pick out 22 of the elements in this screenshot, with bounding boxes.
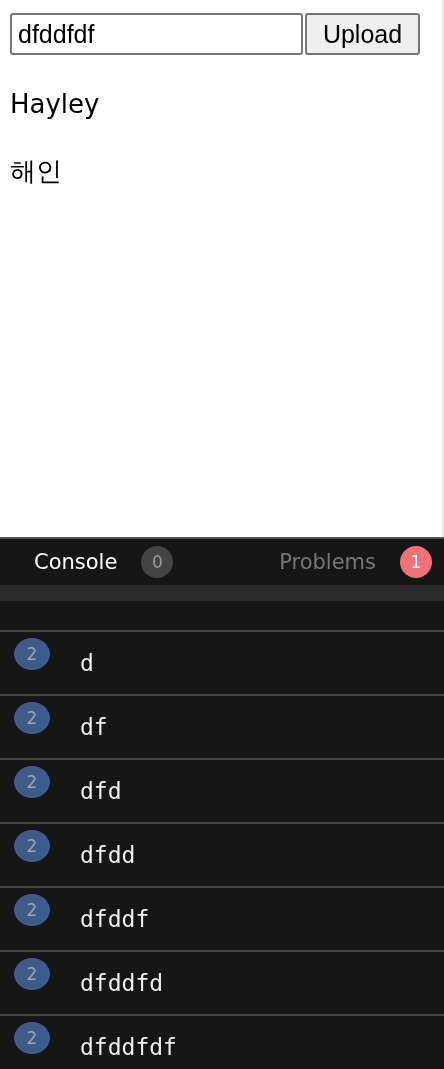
name-text: 해인 <box>10 156 63 188</box>
repeat-count-badge: 2 <box>14 638 50 670</box>
repeat-count-badge: 2 <box>14 766 50 798</box>
log-message: dfd <box>80 778 122 804</box>
log-message: dfddf <box>80 906 150 932</box>
log-message: d <box>80 650 94 676</box>
upload-button[interactable]: Upload <box>305 13 420 55</box>
log-message: df <box>80 714 108 740</box>
repeat-count-badge: 2 <box>14 894 50 926</box>
count-badge: 1 <box>400 546 432 578</box>
log-message: dfddfdf <box>80 1034 177 1060</box>
repeat-count-badge: 2 <box>14 830 50 862</box>
panel-tab[interactable]: Problems <box>279 550 376 574</box>
name-text: Hayley <box>10 89 101 121</box>
count-badge: 0 <box>141 546 174 578</box>
repeat-count-badge: 2 <box>14 702 50 734</box>
text-input-field[interactable]: dfddfdf <box>10 13 303 55</box>
panel-tab[interactable]: Console <box>34 550 118 574</box>
repeat-count-badge: 2 <box>14 958 50 990</box>
log-message: dfdd <box>80 842 136 868</box>
repeat-count-badge: 2 <box>14 1022 50 1054</box>
log-message: dfddfd <box>80 970 164 996</box>
